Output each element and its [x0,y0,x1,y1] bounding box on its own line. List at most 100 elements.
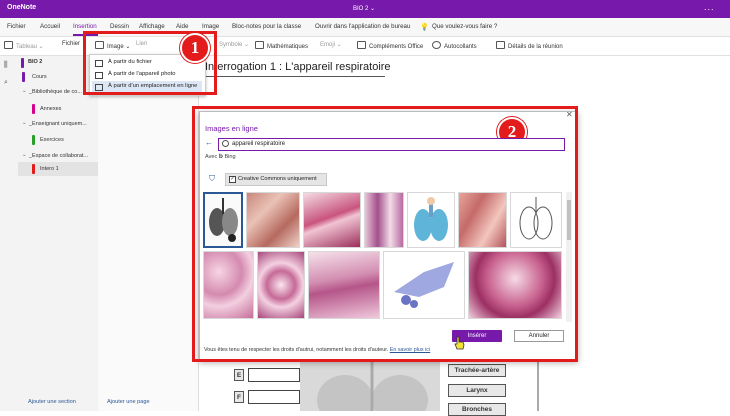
section-cours[interactable]: Cours [32,74,47,80]
image-result[interactable] [246,192,300,248]
chevron-down-icon[interactable]: ⌄ [22,88,27,94]
complements-button[interactable]: Compléments Office [357,41,423,50]
menu-accueil[interactable]: Accueil [40,23,60,30]
more-options-icon[interactable]: ... [704,2,715,12]
image-result[interactable] [203,251,254,319]
title-divider [205,76,385,77]
addins-icon [357,41,366,49]
with-label: Avec [205,154,218,160]
autocollants-button[interactable]: Autocollants [432,41,477,50]
search-input[interactable]: appareil respiratoire [218,138,565,151]
add-page-link[interactable]: Ajouter une page [107,399,150,405]
alveoli-diagram-thumb [384,252,464,318]
image-result[interactable] [407,192,455,248]
section-group-collaboration[interactable]: _Espace de collaborat... [29,153,88,159]
answer-box-e[interactable] [248,368,300,382]
hand-cursor-icon [454,336,465,350]
notebook-color-icon [21,58,24,68]
menu-aide[interactable]: Aide [176,23,188,30]
image-result[interactable] [468,251,562,319]
title-bar: OneNote BIO 2 ⌄ ... [0,0,730,18]
symbole-button[interactable]: Symbole ⌄ [219,41,249,48]
mathematiques-label: Mathématiques [267,44,309,50]
section-group-enseignant[interactable]: _Enseignant uniquem... [29,121,87,127]
autocollants-label: Autocollants [444,44,477,50]
image-result[interactable] [510,192,562,248]
section-color-icon [22,72,25,82]
menu-open-desktop[interactable]: Ouvrir dans l'application de bureau [315,23,410,30]
creative-commons-label: Creative Commons uniquement [238,176,317,182]
answer-box-f[interactable] [248,390,300,404]
section-color-icon [32,104,35,114]
image-results-grid [203,192,565,322]
search-icon[interactable]: ⌕ [4,79,14,88]
section-color-icon [32,164,35,174]
section-navigation: BIO 2 Cours ⌄ _Bibliothèque de co... Ann… [18,56,99,411]
app-name: OneNote [7,4,37,11]
anatomy-sketch-thumb [511,193,561,247]
menu-bloc-notes-classe[interactable]: Bloc-notes pour la classe [232,23,301,30]
image-result[interactable] [364,192,404,248]
lungs-illustration-thumb [408,193,454,247]
image-result[interactable] [458,192,507,248]
meeting-icon [496,41,505,49]
fichier-button[interactable]: Fichier [62,41,80,47]
details-reunion-button[interactable]: Détails de la réunion [496,41,563,50]
table-icon [4,41,13,49]
notebook-name[interactable]: BIO 2 [28,59,42,65]
notebook-title[interactable]: BIO 2 ⌄ [353,5,375,12]
left-rail: ⫼ ⌕ [0,56,19,411]
word-box-trachee: Trachée-artère [448,364,506,377]
add-section-link[interactable]: Ajouter une section [28,399,76,405]
menu-fichier[interactable]: Fichier [7,23,26,30]
menu-affichage[interactable]: Affichage [139,23,165,30]
sticker-icon [432,41,441,49]
chevron-down-icon[interactable]: ⌄ [22,120,27,126]
symbole-label: Symbole ⌄ [219,42,250,48]
section-annexes[interactable]: Annexes [40,106,61,112]
page-title[interactable]: Interrogation 1 : L'appareil respiratoir… [205,61,391,73]
image-result[interactable] [308,251,380,319]
menu-dessin[interactable]: Dessin [110,23,129,30]
tableau-button[interactable]: Tableau ⌄ [4,41,44,50]
fichier-label: Fichier [62,41,81,47]
creative-commons-toggle[interactable]: ✓ Creative Commons uniquement [225,173,327,186]
label-letter-f: F [234,391,244,403]
image-result[interactable] [203,192,243,248]
search-value: appareil respiratoire [232,141,286,147]
scrollbar-thumb[interactable] [567,200,571,240]
word-box-bronches: Bronches [448,403,506,416]
pages-pane [98,56,199,411]
section-color-icon [32,135,35,145]
details-label: Détails de la réunion [508,44,563,50]
bing-label: Bing [224,154,236,160]
section-group-bibliotheque[interactable]: _Bibliothèque de co... [29,89,82,95]
step-badge-1: 1 [180,33,210,63]
image-result[interactable] [257,251,305,319]
chevron-down-icon[interactable]: ⌄ [22,152,27,158]
tell-me-search[interactable]: Que voulez-vous faire ? [432,23,497,30]
cancel-button[interactable]: Annuler [514,330,564,342]
respiratory-diagram-thumb [205,194,241,246]
menu-image[interactable]: Image [202,23,219,30]
section-exercices[interactable]: Exercices [40,137,64,143]
tableau-label: Tableau ⌄ [16,44,44,50]
search-icon [222,140,229,147]
mathematiques-button[interactable]: Mathématiques [255,41,308,50]
close-icon[interactable]: ✕ [566,110,573,119]
learn-more-link[interactable]: En savoir plus ici [390,347,430,353]
menu-insertion[interactable]: Insertion [73,23,97,30]
section-intero-1[interactable]: Intero 1 [40,166,59,172]
complements-label: Compléments Office [369,44,424,50]
emoji-label: Emoji ⌄ [320,42,342,48]
image-result[interactable] [303,192,361,248]
lightbulb-icon: 💡 [420,24,429,31]
filter-icon[interactable]: ⛉ [209,174,215,184]
label-letter-e: E [234,369,244,381]
emoji-button[interactable]: Emoji ⌄ [320,41,342,48]
image-result[interactable] [383,251,465,319]
notebooks-icon[interactable]: ⫼ [4,60,14,69]
bing-logo-icon: b [218,153,223,160]
back-arrow-icon[interactable]: ← [205,138,213,147]
results-scrollbar[interactable] [566,192,572,322]
